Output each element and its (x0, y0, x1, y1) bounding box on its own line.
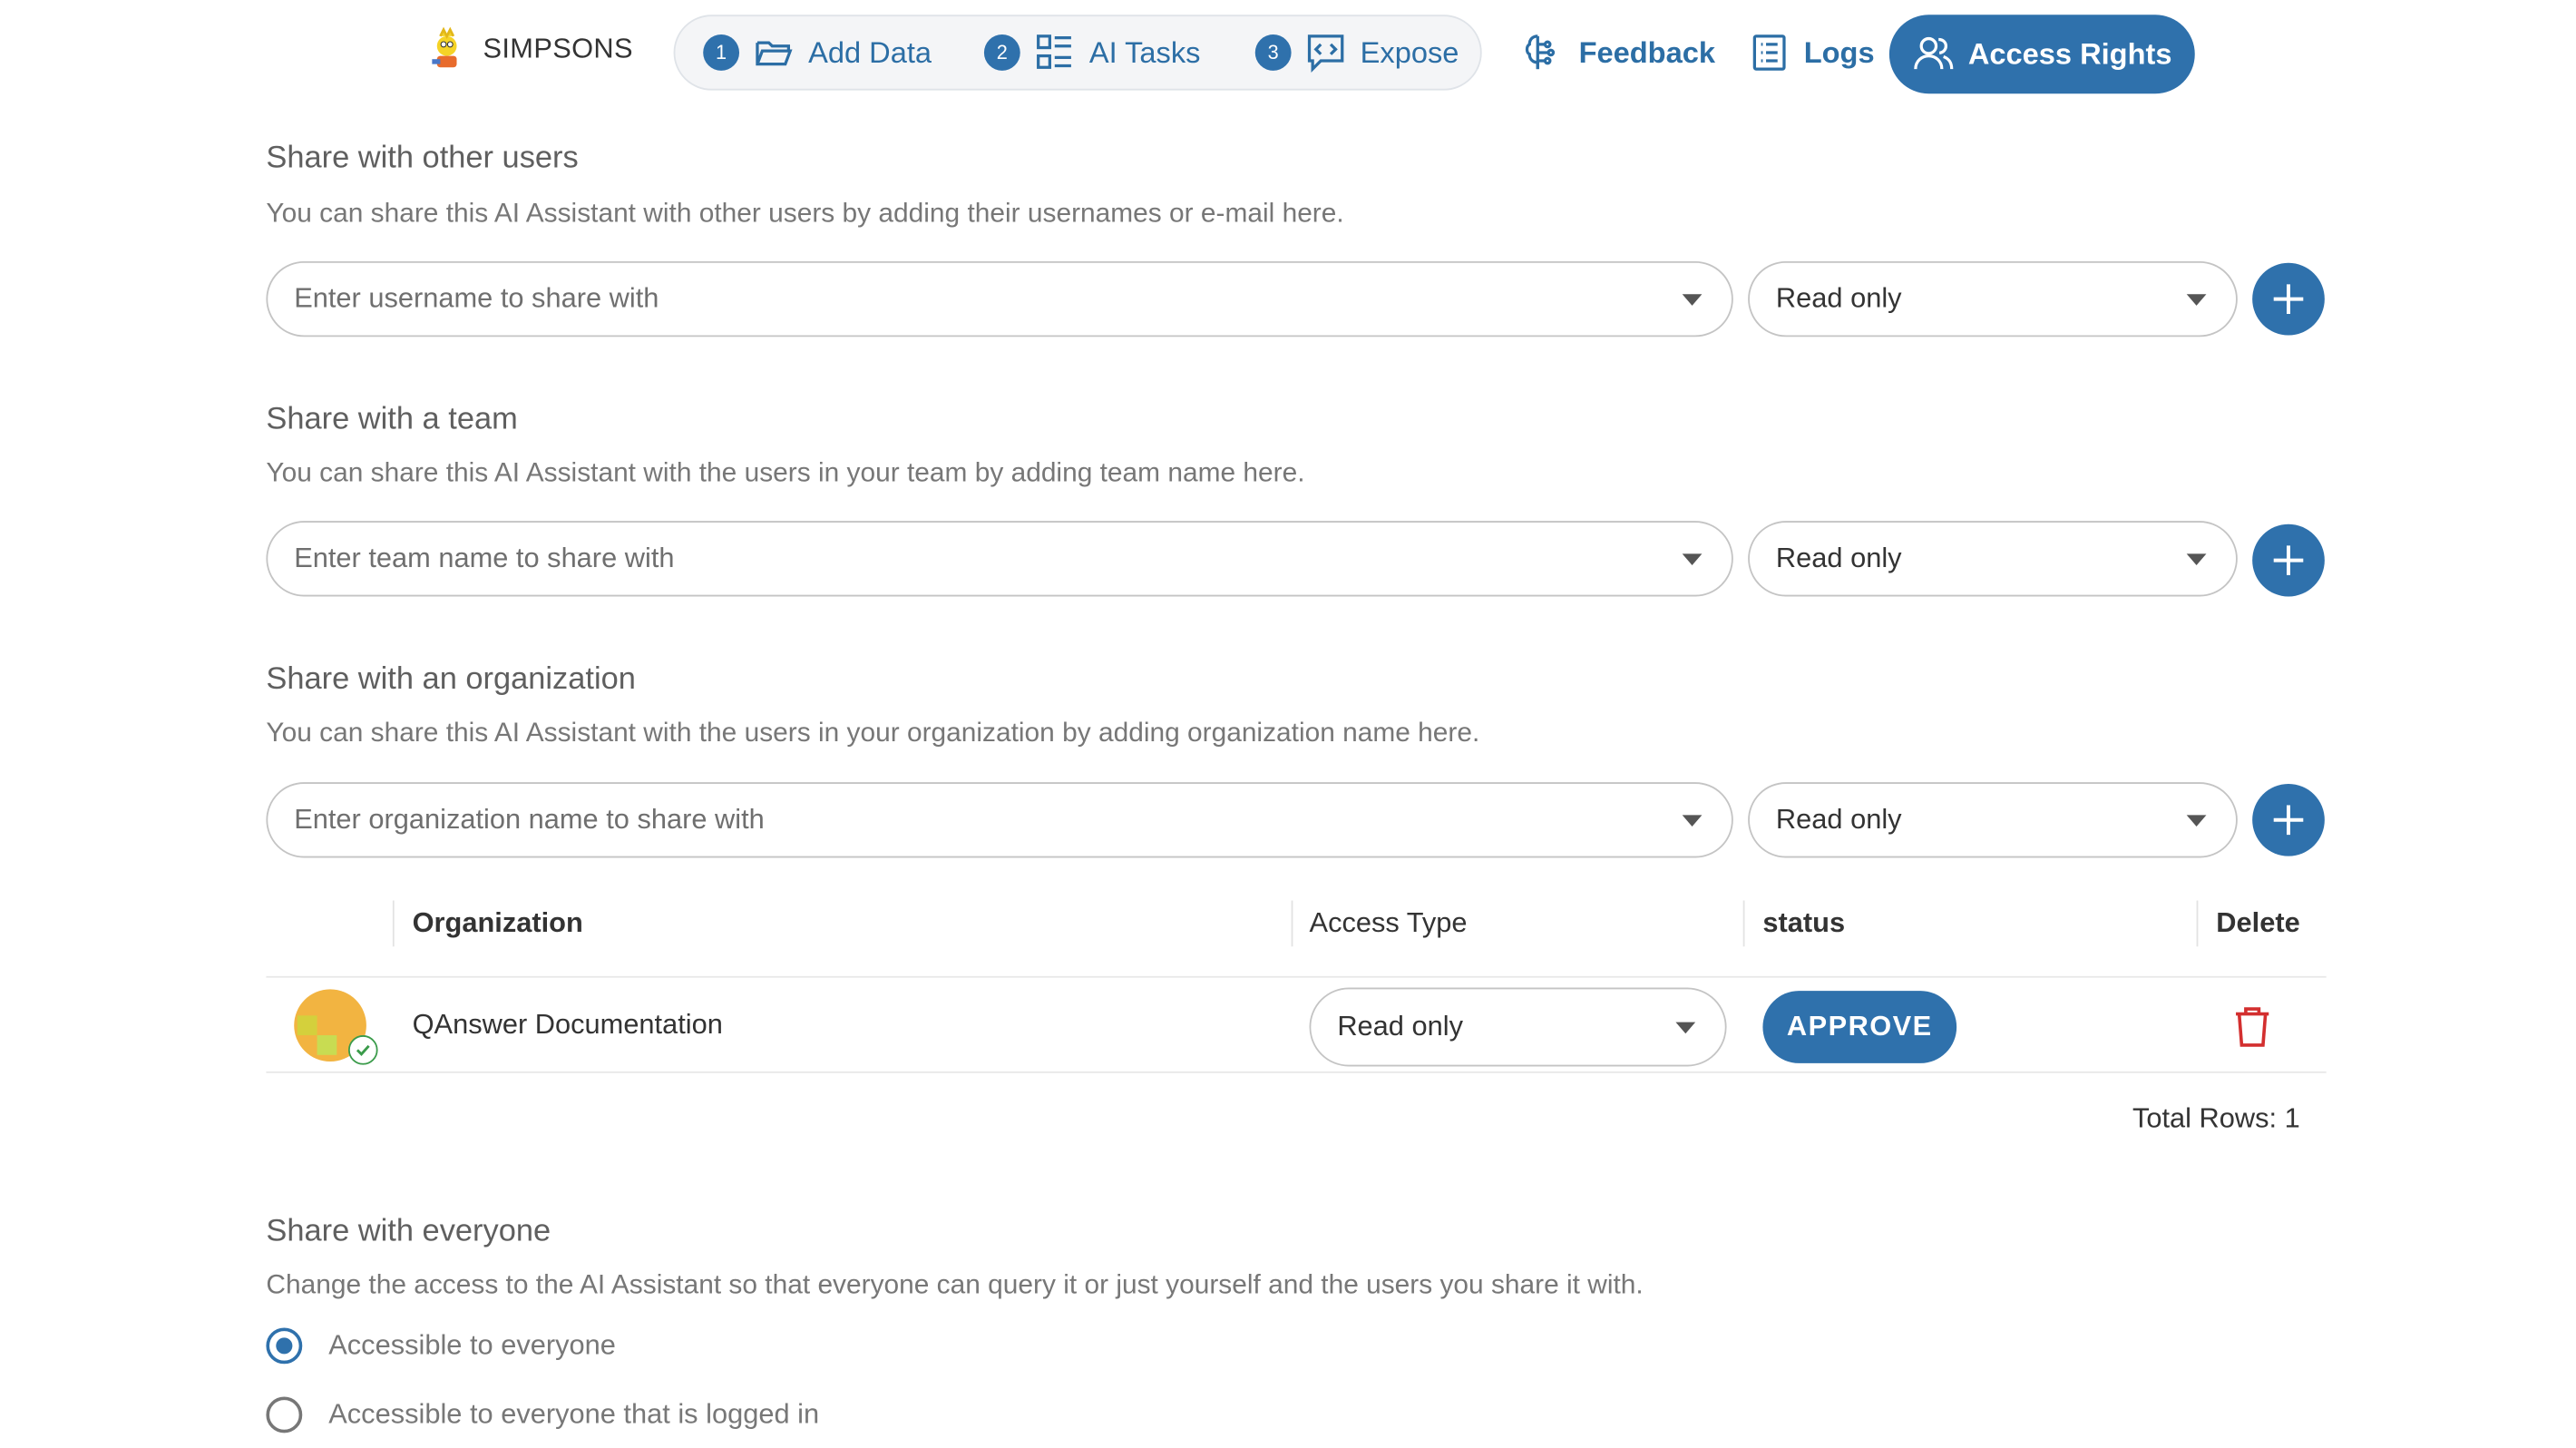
chevron-down-icon (1682, 553, 1703, 566)
radio-accessible-logged-in[interactable]: Accessible to everyone that is logged in (266, 1396, 820, 1433)
step-add-data[interactable]: 1 Add Data (703, 16, 932, 89)
plus-icon (2273, 545, 2304, 575)
trash-icon[interactable] (2231, 1004, 2274, 1051)
code-chat-icon (1307, 34, 1344, 73)
team-select[interactable]: Enter team name to share with (266, 521, 1733, 597)
header-organization[interactable]: Organization (413, 907, 583, 940)
column-separator (1291, 900, 1293, 947)
organization-placeholder: Enter organization name to share with (294, 803, 765, 836)
add-team-button[interactable] (2252, 523, 2325, 597)
header-status[interactable]: status (1762, 907, 1845, 940)
users-access-select[interactable]: Read only (1748, 260, 2238, 338)
step-number: 1 (703, 34, 740, 71)
simpsons-logo-icon (432, 26, 457, 68)
logs-icon (1752, 34, 1786, 71)
org-access-value: Read only (1775, 803, 1902, 836)
step-label: AI Tasks (1088, 34, 1201, 69)
radio-label: Accessible to everyone (328, 1329, 616, 1361)
team-access-value: Read only (1775, 542, 1902, 574)
step-label: Add Data (808, 34, 932, 69)
header-delete: Delete (2216, 906, 2300, 939)
step-label: Expose (1360, 34, 1459, 69)
avatar-shape (317, 1035, 337, 1055)
add-user-button[interactable] (2252, 262, 2325, 336)
brand-name: SIMPSONS (483, 33, 633, 64)
share-team-description: You can share this AI Assistant with the… (266, 458, 1305, 488)
radio-unchecked-icon (266, 1396, 303, 1433)
table-divider (266, 975, 2327, 978)
step-number: 3 (1254, 34, 1292, 71)
username-placeholder: Enter username to share with (294, 282, 659, 314)
nav-feedback[interactable]: Feedback (1523, 16, 1715, 89)
radio-checked-icon (266, 1327, 303, 1365)
share-org-title: Share with an organization (266, 661, 636, 697)
step-expose[interactable]: 3 Expose (1254, 16, 1459, 89)
organization-name: QAnswer Documentation (412, 1009, 723, 1041)
step-number: 2 (983, 34, 1020, 71)
share-everyone-title: Share with everyone (266, 1214, 551, 1249)
row-access-type-select[interactable]: Read only (1309, 987, 1727, 1067)
plus-icon (2273, 284, 2304, 314)
column-separator (1742, 900, 1745, 947)
verified-check-icon (347, 1035, 378, 1065)
column-separator (2196, 900, 2199, 947)
avatar-shape (297, 1015, 317, 1036)
header-access-type[interactable]: Access Type (1310, 907, 1468, 940)
brand[interactable]: SIMPSONS (424, 26, 633, 73)
approve-button[interactable]: APPROVE (1762, 991, 1957, 1063)
share-team-title: Share with a team (266, 402, 518, 437)
table-divider (266, 1071, 2327, 1073)
organization-select[interactable]: Enter organization name to share with (266, 782, 1733, 858)
team-access-select[interactable]: Read only (1748, 521, 2238, 597)
plus-icon (2273, 805, 2304, 836)
nav-access-rights-label: Access Rights (1967, 36, 2172, 70)
radio-label: Accessible to everyone that is logged in (328, 1398, 820, 1430)
step-ai-tasks[interactable]: 2 AI Tasks (983, 16, 1201, 89)
workflow-steps: 1 Add Data 2 AI Tasks 3 Expose (673, 15, 1482, 91)
brain-icon (1525, 34, 1556, 70)
radio-accessible-everyone[interactable]: Accessible to everyone (266, 1327, 616, 1365)
chevron-down-icon (2186, 294, 2207, 306)
chevron-down-icon (1682, 815, 1703, 827)
column-separator (392, 900, 395, 947)
username-select[interactable]: Enter username to share with (266, 260, 1733, 338)
task-list-icon (1037, 34, 1071, 69)
total-rows: Total Rows: 1 (2132, 1102, 2300, 1134)
share-users-title: Share with other users (266, 141, 579, 176)
nav-logs[interactable]: Logs (1748, 16, 1875, 89)
access-rights-page: SIMPSONS 1 Add Data 2 AI Tasks 3 Expose (0, 0, 2576, 1446)
nav-access-rights[interactable]: Access Rights (1888, 15, 2195, 94)
row-access-type-value: Read only (1337, 1010, 1463, 1042)
share-org-description: You can share this AI Assistant with the… (266, 718, 1480, 748)
users-access-value: Read only (1775, 282, 1902, 314)
nav-logs-label: Logs (1803, 34, 1875, 69)
chevron-down-icon (1682, 294, 1703, 306)
nav-feedback-label: Feedback (1578, 34, 1715, 69)
organization-avatar (294, 989, 378, 1065)
chevron-down-icon (1675, 1022, 1696, 1034)
chevron-down-icon (2186, 815, 2207, 827)
users-icon (1914, 36, 1954, 70)
chevron-down-icon (2186, 553, 2207, 566)
share-everyone-description: Change the access to the AI Assistant so… (266, 1270, 1644, 1300)
folder-open-icon (756, 41, 793, 66)
org-access-select[interactable]: Read only (1748, 782, 2238, 858)
share-users-description: You can share this AI Assistant with oth… (266, 199, 1344, 229)
team-placeholder: Enter team name to share with (294, 542, 675, 574)
add-organization-button[interactable] (2252, 783, 2325, 856)
